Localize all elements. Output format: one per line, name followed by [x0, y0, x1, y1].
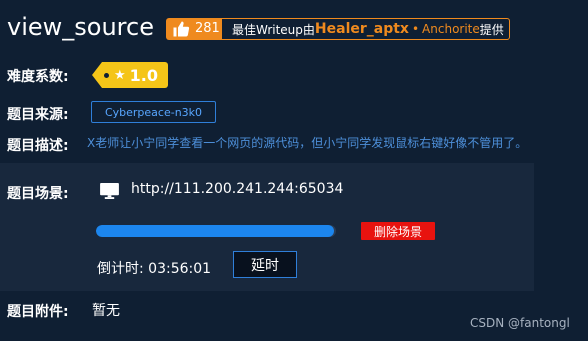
like-button[interactable]: 281	[166, 18, 222, 40]
best-writeup-link[interactable]: 最佳Writeup由 Healer_aptx • Anchorite 提供	[222, 18, 510, 40]
challenge-title: view_source	[7, 13, 154, 41]
watermark: CSDN @fantongl	[470, 316, 570, 330]
countdown-label: 倒计时:	[97, 261, 144, 277]
scene-label: 题目场景:	[7, 186, 69, 202]
scene-url[interactable]: http://111.200.241.244:65034	[131, 181, 343, 197]
countdown: 倒计时: 03:56:01	[97, 258, 211, 278]
time-remaining-fill	[96, 225, 334, 237]
attachment-label: 题目附件:	[7, 304, 69, 320]
source-tag[interactable]: Cyberpeace-n3k0	[91, 101, 216, 123]
difficulty-badge-hole	[104, 72, 109, 78]
description-text: X老师让小宁同学查看一个网页的源代码，但小宁同学发现鼠标右键好像不管用了。	[87, 136, 528, 150]
attachment-value: 暂无	[92, 303, 120, 319]
star-icon: ★	[114, 67, 126, 83]
writeup-separator: •	[411, 22, 420, 36]
writeup-suffix: 提供	[479, 22, 504, 37]
thumbs-up-icon	[173, 21, 190, 37]
time-remaining-bar	[96, 225, 336, 237]
writeup-author[interactable]: Healer_aptx	[315, 21, 409, 37]
monitor-icon	[100, 183, 119, 199]
countdown-value: 03:56:01	[148, 261, 212, 277]
extend-time-button[interactable]: 延时	[233, 251, 297, 278]
difficulty-label: 难度系数:	[7, 69, 69, 85]
writeup-org[interactable]: Anchorite	[422, 22, 480, 36]
like-count: 281	[195, 21, 220, 36]
difficulty-badge: ★ 1.0	[92, 62, 168, 88]
source-label: 题目来源:	[7, 107, 69, 123]
difficulty-badge-arrow	[92, 62, 102, 88]
difficulty-value: 1.0	[129, 65, 158, 85]
difficulty-badge-body: ★ 1.0	[102, 62, 168, 88]
delete-scene-button[interactable]: 删除场景	[361, 222, 435, 240]
description-label: 题目描述:	[7, 138, 69, 154]
writeup-prefix: 最佳Writeup由	[232, 22, 315, 37]
